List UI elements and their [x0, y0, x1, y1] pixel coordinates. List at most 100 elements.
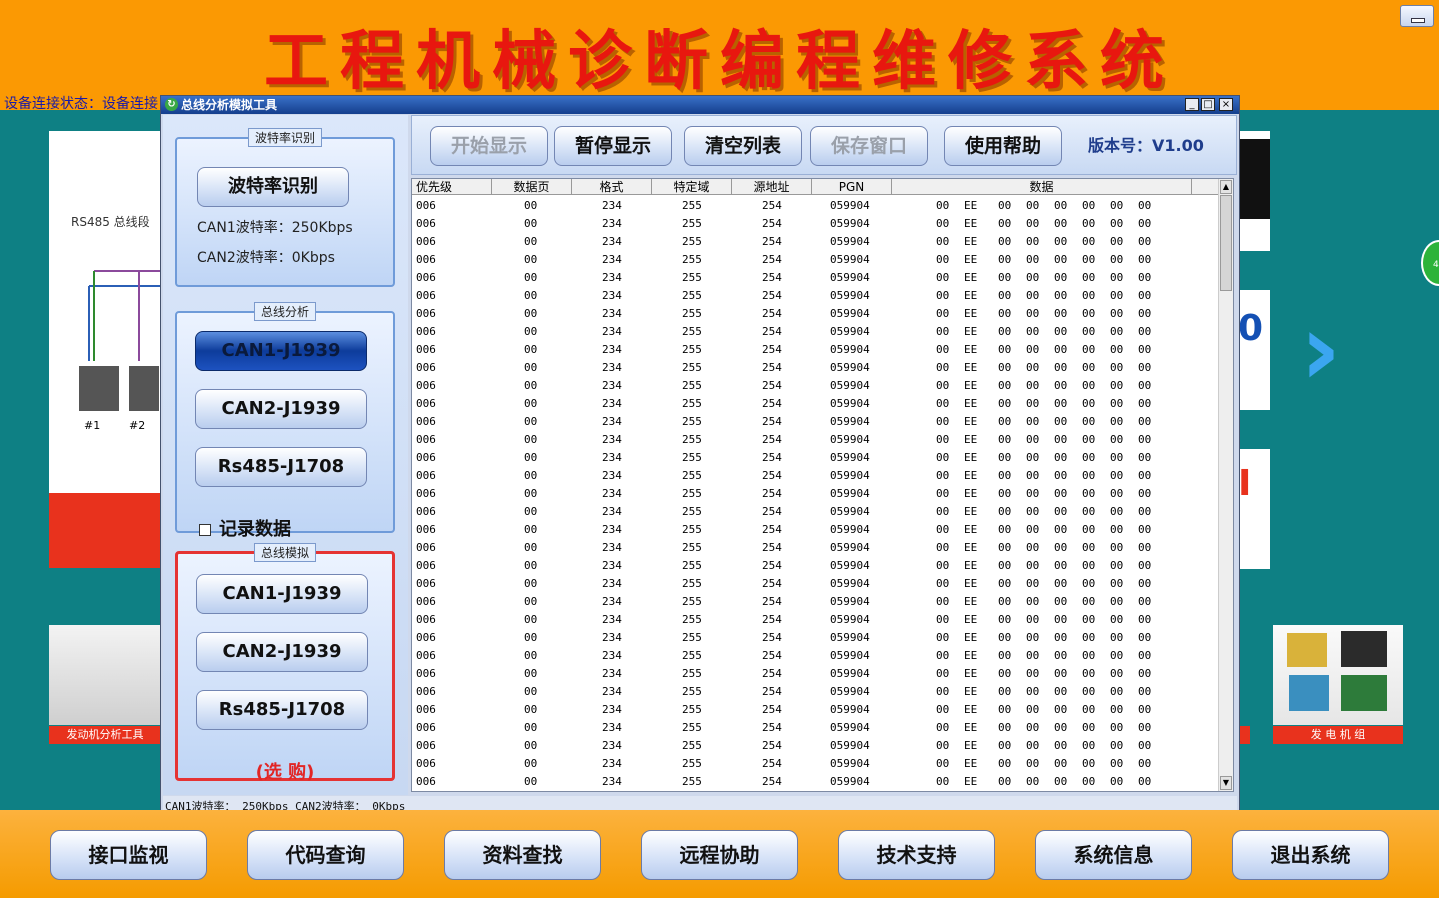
table-row[interactable]: 006 00 234 255 254 059904 00 EE 00 00 00 00 00 00	[412, 485, 1219, 503]
table-row[interactable]: 006 00 234 255 254 059904 00 EE 00 00 00 00 00 00	[412, 215, 1219, 233]
col-format[interactable]: 格式	[572, 179, 652, 195]
cell-data-byte: 00	[1054, 613, 1068, 626]
window-minimize-button[interactable]: _	[1185, 98, 1199, 111]
cell-data-byte: 00	[1026, 433, 1040, 446]
cell-pgn: 059904	[830, 289, 870, 302]
generator-card[interactable]	[1273, 625, 1403, 725]
engine-tool-card[interactable]	[49, 625, 161, 725]
col-priority[interactable]: 优先级	[412, 179, 492, 195]
cell-pgn: 059904	[830, 199, 870, 212]
table-row[interactable]: 006 00 234 255 254 059904 00 EE 00 00 00 00 00 00	[412, 611, 1219, 629]
cell-page: 00	[524, 235, 538, 248]
checkbox-box[interactable]	[199, 524, 211, 536]
sim-rs485-button[interactable]: Rs485-J1708	[196, 690, 368, 730]
message-list[interactable]: 优先级 数据页 格式 特定域 源地址 PGN 数据 006 00 234 255 254…	[411, 178, 1234, 792]
table-row[interactable]: 006 00 234 255 254 059904 00 EE 00 00 00 00 00 00	[412, 413, 1219, 431]
cell-data-byte: 00	[1026, 739, 1040, 752]
table-row[interactable]: 006 00 234 255 254 059904 00 EE 00 00 00 00 00 00	[412, 629, 1219, 647]
cell-source: 254	[762, 703, 782, 716]
chevron-right-icon[interactable]: ›	[1300, 300, 1341, 400]
scroll-up-icon[interactable]: ▲	[1220, 180, 1232, 194]
table-row[interactable]: 006 00 234 255 254 059904 00 EE 00 00 00 00 00 00	[412, 323, 1219, 341]
table-row[interactable]: 006 00 234 255 254 059904 00 EE 00 00 00 00 00 00	[412, 575, 1219, 593]
cell-source: 254	[762, 379, 782, 392]
cell-source: 254	[762, 739, 782, 752]
table-row[interactable]: 006 00 234 255 254 059904 00 EE 00 00 00 00 00 00	[412, 431, 1219, 449]
clear-list-button[interactable]: 清空列表	[684, 126, 802, 166]
table-row[interactable]: 006 00 234 255 254 059904 00 EE 00 00 00 00 00 00	[412, 701, 1219, 719]
cell-page: 00	[524, 505, 538, 518]
table-row[interactable]: 006 00 234 255 254 059904 00 EE 00 00 00 00 00 00	[412, 467, 1219, 485]
table-row[interactable]: 006 00 234 255 254 059904 00 EE 00 00 00 00 00 00	[412, 719, 1219, 737]
vertical-scrollbar[interactable]: ▲ ▼	[1218, 179, 1233, 791]
cell-priority: 006	[416, 505, 436, 518]
nav-remote-assist[interactable]: 远程协助	[641, 830, 798, 880]
table-row[interactable]: 006 00 234 255 254 059904 00 EE 00 00 00 00 00 00	[412, 755, 1219, 773]
scroll-down-icon[interactable]: ▼	[1220, 776, 1232, 790]
table-row[interactable]: 006 00 234 255 254 059904 00 EE 00 00 00 00 00 00	[412, 197, 1219, 215]
cell-pgn: 059904	[830, 577, 870, 590]
analysis-can2-button[interactable]: CAN2-J1939	[195, 389, 367, 429]
table-row[interactable]: 006 00 234 255 254 059904 00 EE 00 00 00 00 00 00	[412, 395, 1219, 413]
analysis-rs485-button[interactable]: Rs485-J1708	[195, 447, 367, 487]
cell-page: 00	[524, 703, 538, 716]
table-row[interactable]: 006 00 234 255 254 059904 00 EE 00 00 00 00 00 00	[412, 539, 1219, 557]
scroll-thumb[interactable]	[1220, 195, 1232, 291]
sim-can1-button[interactable]: CAN1-J1939	[196, 574, 368, 614]
nav-docs-search[interactable]: 资料查找	[444, 830, 601, 880]
nav-tech-support[interactable]: 技术支持	[838, 830, 995, 880]
table-row[interactable]: 006 00 234 255 254 059904 00 EE 00 00 00 00 00 00	[412, 773, 1219, 791]
table-row[interactable]: 006 00 234 255 254 059904 00 EE 00 00 00 00 00 00	[412, 233, 1219, 251]
nav-code-lookup[interactable]: 代码查询	[247, 830, 404, 880]
cell-data-byte: 00	[1026, 775, 1040, 788]
cell-priority: 006	[416, 559, 436, 572]
table-row[interactable]: 006 00 234 255 254 059904 00 EE 00 00 00 00 00 00	[412, 287, 1219, 305]
nav-interface-monitor[interactable]: 接口监视	[50, 830, 207, 880]
window-maximize-button[interactable]: □	[1201, 98, 1215, 111]
help-button[interactable]: 使用帮助	[944, 126, 1062, 166]
cell-data-byte: 00	[1082, 703, 1096, 716]
table-row[interactable]: 006 00 234 255 254 059904 00 EE 00 00 00 00 00 00	[412, 557, 1219, 575]
table-row[interactable]: 006 00 234 255 254 059904 00 EE 00 00 00 00 00 00	[412, 359, 1219, 377]
col-source[interactable]: 源地址	[732, 179, 812, 195]
cell-data-byte: 00	[998, 253, 1012, 266]
table-row[interactable]: 006 00 234 255 254 059904 00 EE 00 00 00 00 00 00	[412, 647, 1219, 665]
table-row[interactable]: 006 00 234 255 254 059904 00 EE 00 00 00 00 00 00	[412, 449, 1219, 467]
cell-data-byte: 00	[1026, 343, 1040, 356]
table-row[interactable]: 006 00 234 255 254 059904 00 EE 00 00 00 00 00 00	[412, 683, 1219, 701]
sim-can2-button[interactable]: CAN2-J1939	[196, 632, 368, 672]
table-row[interactable]: 006 00 234 255 254 059904 00 EE 00 00 00 00 00 00	[412, 269, 1219, 287]
cell-page: 00	[524, 523, 538, 536]
table-row[interactable]: 006 00 234 255 254 059904 00 EE 00 00 00 00 00 00	[412, 503, 1219, 521]
window-close-button[interactable]: ×	[1219, 98, 1233, 111]
cell-priority: 006	[416, 325, 436, 338]
save-window-button[interactable]: 保存窗口	[810, 126, 928, 166]
nav-system-info[interactable]: 系统信息	[1035, 830, 1192, 880]
table-row[interactable]: 006 00 234 255 254 059904 00 EE 00 00 00 00 00 00	[412, 305, 1219, 323]
col-data[interactable]: 数据	[892, 179, 1192, 195]
floating-badge[interactable]: 48	[1421, 240, 1439, 286]
nav-exit-system[interactable]: 退出系统	[1232, 830, 1389, 880]
col-specific[interactable]: 特定域	[652, 179, 732, 195]
table-row[interactable]: 006 00 234 255 254 059904 00 EE 00 00 00 00 00 00	[412, 593, 1219, 611]
table-row[interactable]: 006 00 234 255 254 059904 00 EE 00 00 00 00 00 00	[412, 251, 1219, 269]
cell-format: 234	[602, 271, 622, 284]
table-row[interactable]: 006 00 234 255 254 059904 00 EE 00 00 00 00 00 00	[412, 341, 1219, 359]
table-row[interactable]: 006 00 234 255 254 059904 00 EE 00 00 00 00 00 00	[412, 665, 1219, 683]
cell-priority: 006	[416, 649, 436, 662]
cell-data-byte: EE	[964, 541, 978, 554]
minimize-icon[interactable]	[1400, 5, 1434, 27]
table-row[interactable]: 006 00 234 255 254 059904 00 EE 00 00 00 00 00 00	[412, 737, 1219, 755]
cell-data-byte: 00	[1110, 199, 1124, 212]
start-display-button[interactable]: 开始显示	[430, 126, 548, 166]
baud-detect-button[interactable]: 波特率识别	[197, 167, 349, 207]
table-row[interactable]: 006 00 234 255 254 059904 00 EE 00 00 00 00 00 00	[412, 377, 1219, 395]
col-page[interactable]: 数据页	[492, 179, 572, 195]
col-pgn[interactable]: PGN	[812, 179, 892, 195]
record-data-checkbox[interactable]: 记录数据	[199, 515, 291, 541]
cell-data-byte: 00	[1026, 469, 1040, 482]
window-titlebar[interactable]: ↻ 总线分析模拟工具 _ □ ×	[161, 96, 1239, 114]
analysis-can1-button[interactable]: CAN1-J1939	[195, 331, 367, 371]
table-row[interactable]: 006 00 234 255 254 059904 00 EE 00 00 00 00 00 00	[412, 521, 1219, 539]
pause-display-button[interactable]: 暂停显示	[554, 126, 672, 166]
